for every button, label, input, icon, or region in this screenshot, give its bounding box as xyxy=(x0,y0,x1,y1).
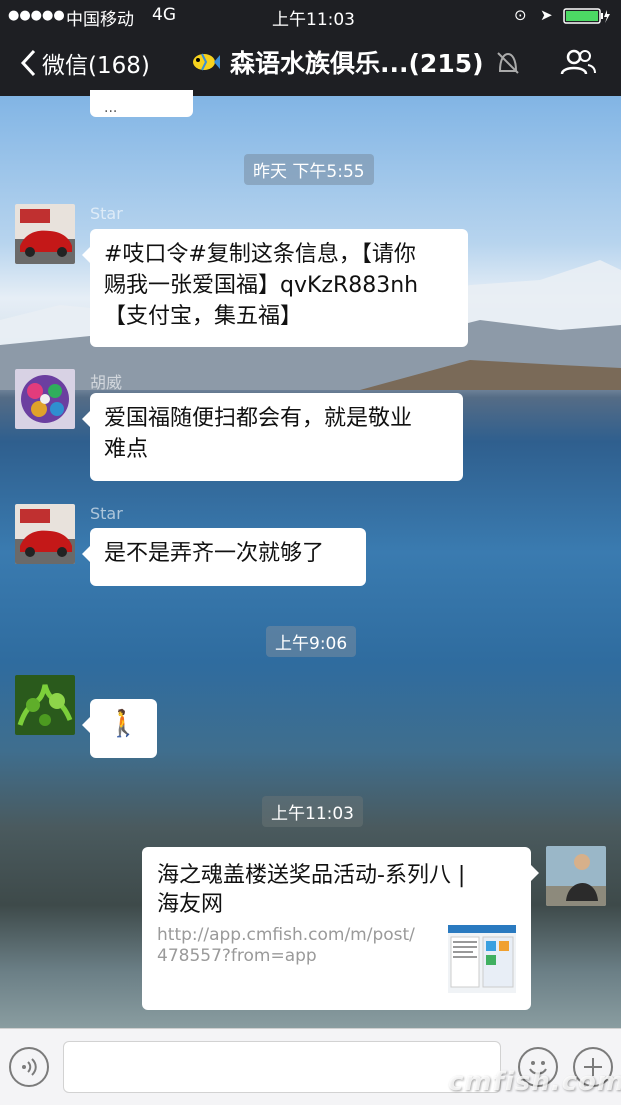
link-title-line: 海之魂盖楼送奖品活动-系列八 | xyxy=(157,863,466,888)
fish-icon xyxy=(193,53,220,71)
message-bubble[interactable]: 是不是弄齐一次就够了 xyxy=(82,528,366,586)
message-text: 是不是弄齐一次就够了 xyxy=(104,541,325,566)
person-avatar-image xyxy=(546,846,606,906)
chevron-left-icon xyxy=(20,49,36,77)
voice-button[interactable] xyxy=(9,1047,49,1087)
input-toolbar: cmfish.com xyxy=(0,1028,621,1105)
avatar-plant[interactable] xyxy=(15,675,75,735)
message-line: #吱口令#复制这条信息，【请你 xyxy=(104,242,416,267)
signal-strength: ●●●●● xyxy=(8,8,65,23)
message-line: 难点 xyxy=(104,437,149,462)
clock: 上午11:03 xyxy=(272,10,355,30)
voice-icon xyxy=(22,1058,37,1076)
status-bar: ●●●●● 中国移动 4G 上午11:03 ⊙ ➤ xyxy=(0,0,621,32)
avatar-star[interactable] xyxy=(15,204,75,264)
message-line: 赐我一张爱国福】qvKzR883nh xyxy=(104,273,419,298)
message-bubble[interactable]: 🚶 xyxy=(82,699,157,758)
back-label: 微信(168) xyxy=(42,53,150,79)
message-input[interactable] xyxy=(63,1041,501,1093)
timestamp: 上午11:03 xyxy=(262,796,363,827)
rotation-lock-icon: ⊙ xyxy=(514,6,527,24)
avatar-star[interactable] xyxy=(15,504,75,564)
message-line: 【支付宝，集五福】 xyxy=(104,304,303,329)
coral-avatar-image xyxy=(15,369,75,429)
message-bubble-partial[interactable]: ... xyxy=(90,90,193,117)
group-members-button[interactable] xyxy=(560,48,596,82)
link-card[interactable]: 海之魂盖楼送奖品活动-系列八 | 海友网 http://app.cmfish.c… xyxy=(142,847,539,1010)
red-car-avatar-image xyxy=(15,204,75,264)
avatar-huwei[interactable] xyxy=(15,369,75,429)
mute-icon xyxy=(496,52,519,74)
group-members-icon xyxy=(560,49,596,75)
link-title-line: 海友网 xyxy=(157,892,224,917)
carrier-name: 中国移动 xyxy=(66,10,134,30)
network-type: 4G xyxy=(152,5,176,25)
link-url-line: 478557?from=app xyxy=(157,946,317,966)
sender-name: 胡威 xyxy=(90,373,123,392)
link-url-line: http://app.cmfish.com/m/post/ xyxy=(157,925,415,945)
red-car-avatar-image xyxy=(15,504,75,564)
back-button[interactable]: 微信(168) xyxy=(20,46,150,80)
message-bubble[interactable]: 爱国福随便扫都会有，就是敬业 难点 xyxy=(82,393,463,481)
location-icon: ➤ xyxy=(540,6,553,24)
chat-title[interactable]: 森语水族俱乐...(215) xyxy=(190,44,522,80)
message-line: 爱国福随便扫都会有，就是敬业 xyxy=(104,406,413,431)
battery-icon xyxy=(563,8,611,29)
walking-person-icon: 🚶 xyxy=(107,709,140,739)
message-bubble[interactable]: #吱口令#复制这条信息，【请你 赐我一张爱国福】qvKzR883nh 【支付宝，… xyxy=(82,229,468,347)
timestamp: 昨天 下午5:55 xyxy=(244,154,374,185)
sender-name: Star xyxy=(90,504,123,523)
sender-name: Star xyxy=(90,204,123,223)
partial-message-text: ... xyxy=(104,100,118,116)
link-thumbnail-image xyxy=(448,925,516,993)
chat-header: 微信(168) 森语水族俱乐...(215) xyxy=(0,32,621,96)
watermark: cmfish.com xyxy=(448,1067,621,1097)
link-thumbnail xyxy=(448,925,516,993)
timestamp: 上午9:06 xyxy=(266,626,357,657)
chat-title-text: 森语水族俱乐...(215) xyxy=(230,49,484,78)
plant-avatar-image xyxy=(15,675,75,735)
my-avatar[interactable] xyxy=(546,846,606,906)
